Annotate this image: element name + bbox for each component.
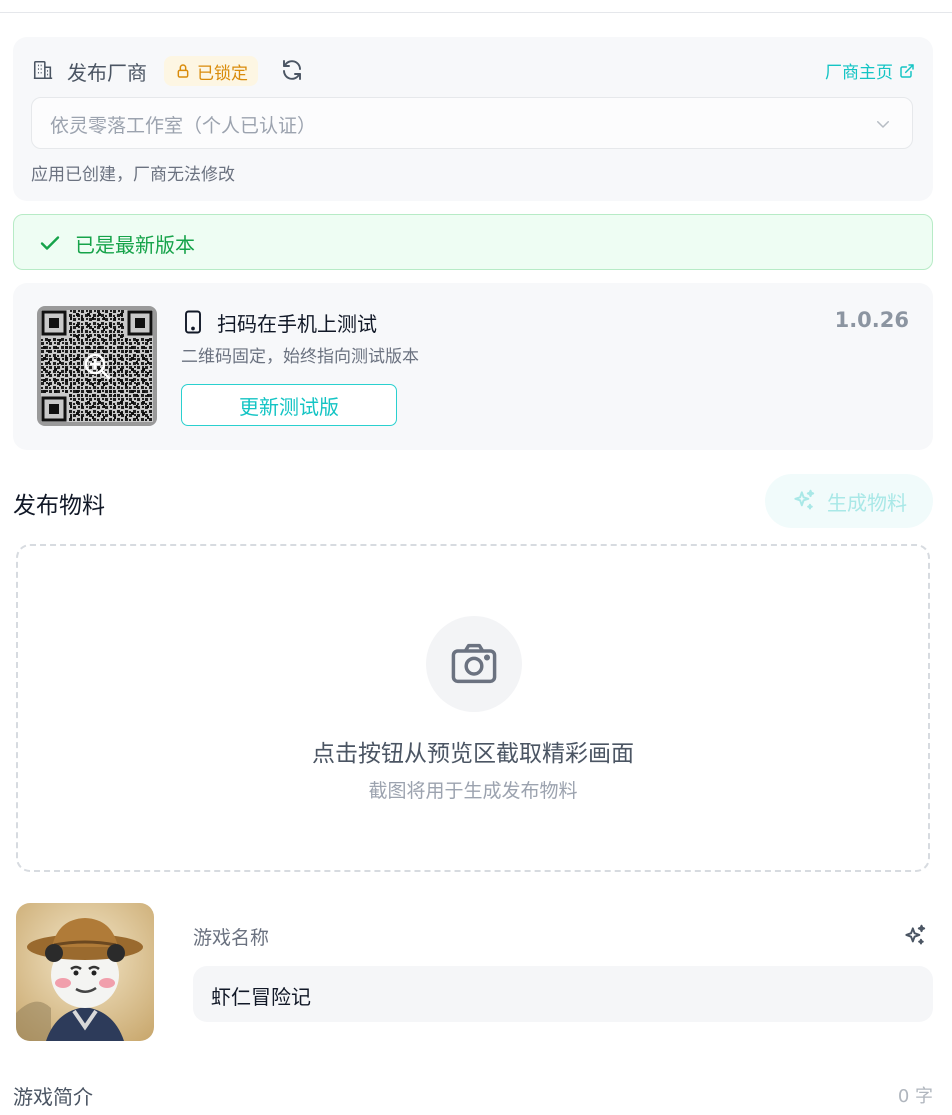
vendor-select[interactable]: 依灵零落工作室（个人已认证）: [31, 97, 913, 149]
test-title: 扫码在手机上测试: [217, 312, 377, 336]
status-banner: 已是最新版本: [13, 214, 933, 270]
lock-icon: [177, 64, 189, 78]
ai-sparkle-icon[interactable]: [902, 923, 928, 949]
vendor-home-link-label: 厂商主页: [825, 63, 893, 83]
dropzone-title: 点击按钮从预览区截取精彩画面: [312, 741, 634, 767]
update-test-button[interactable]: 更新测试版: [181, 384, 397, 426]
vendor-select-value: 依灵零落工作室（个人已认证）: [50, 115, 317, 137]
refresh-icon[interactable]: [280, 58, 304, 82]
zoom-in-icon: [84, 353, 111, 380]
game-name-label: 游戏名称: [193, 927, 270, 949]
intro-char-count: 0 字: [897, 1086, 933, 1107]
check-icon: [40, 236, 60, 250]
vendor-card: 发布厂商 已锁定 厂商主页 依灵零落工作室（个人已认证） 应用已创建，厂商无法修…: [13, 37, 933, 201]
qr-code[interactable]: [37, 306, 157, 426]
sparkle-icon: [794, 489, 815, 510]
phone-icon: [185, 310, 201, 334]
camera-icon: [451, 643, 497, 684]
locked-badge: 已锁定: [164, 56, 258, 86]
game-intro-label: 游戏简介: [13, 1085, 93, 1109]
locked-badge-label: 已锁定: [197, 63, 248, 84]
vendor-hint: 应用已创建，厂商无法修改: [31, 165, 235, 185]
external-link-icon: [900, 63, 914, 78]
test-subtitle: 二维码固定，始终指向测试版本: [181, 347, 419, 367]
game-avatar-illustration: [16, 903, 154, 1041]
vendor-label: 发布厂商: [67, 61, 147, 85]
materials-title: 发布物料: [13, 493, 105, 519]
dropzone-subtitle: 截图将用于生成发布物料: [368, 780, 578, 802]
game-icon-image[interactable]: [16, 903, 154, 1041]
top-divider: [0, 12, 952, 13]
generate-materials-button[interactable]: 生成物料: [765, 474, 933, 528]
vendor-home-link[interactable]: 厂商主页: [825, 58, 915, 83]
generate-materials-label: 生成物料: [827, 490, 907, 515]
building-icon: [33, 60, 53, 80]
game-name-value: 虾仁冒险记: [211, 985, 311, 1009]
version-label: 1.0.26: [834, 308, 909, 332]
test-card: 扫码在手机上测试 二维码固定，始终指向测试版本 更新测试版 1.0.26: [13, 283, 933, 450]
chevron-down-icon: [877, 121, 889, 128]
camera-button[interactable]: [426, 616, 522, 712]
status-message: 已是最新版本: [75, 233, 195, 257]
game-name-input[interactable]: 虾仁冒险记: [193, 966, 933, 1022]
screenshot-dropzone[interactable]: 点击按钮从预览区截取精彩画面 截图将用于生成发布物料: [16, 544, 930, 872]
